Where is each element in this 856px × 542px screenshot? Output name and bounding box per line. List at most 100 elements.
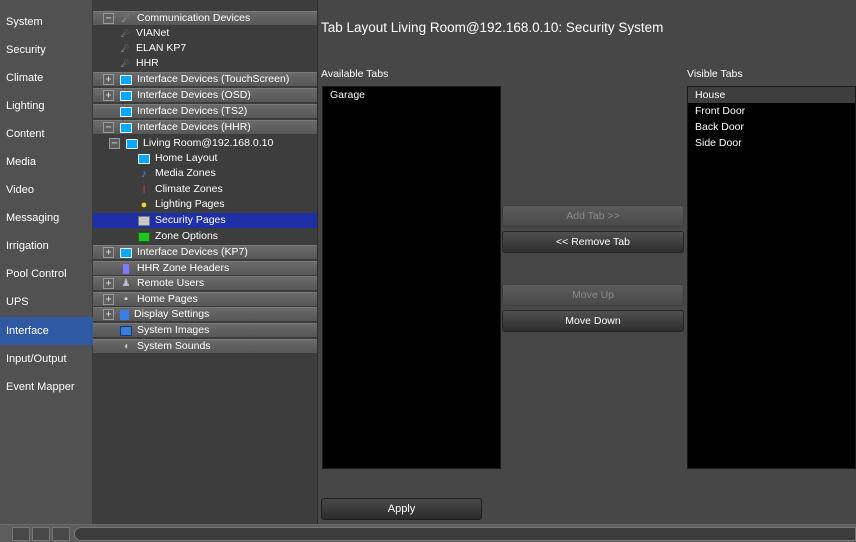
nav-pool-control[interactable]: Pool Control bbox=[0, 260, 93, 288]
add-tab-button[interactable]: Add Tab >> bbox=[502, 205, 684, 227]
nav-lighting[interactable]: Lighting bbox=[0, 92, 93, 120]
remove-tab-button[interactable]: << Remove Tab bbox=[502, 231, 684, 253]
apply-button[interactable]: Apply bbox=[321, 498, 482, 520]
expand-icon[interactable]: + bbox=[103, 278, 114, 289]
screen-icon bbox=[120, 74, 132, 85]
expand-icon[interactable]: + bbox=[103, 74, 114, 85]
bulb-icon: ● bbox=[140, 198, 148, 211]
app-window: System Security Climate Lighting Content… bbox=[0, 0, 856, 542]
nav-irrigation[interactable]: Irrigation bbox=[0, 232, 93, 260]
status-segment bbox=[52, 527, 70, 541]
list-item[interactable]: Side Door bbox=[688, 135, 855, 151]
tree-label: Remote Users bbox=[137, 277, 205, 289]
expand-icon[interactable]: + bbox=[103, 294, 114, 305]
move-up-button[interactable]: Move Up bbox=[502, 284, 684, 306]
nav-climate[interactable]: Climate bbox=[0, 64, 93, 92]
tree-system-sounds[interactable]: ◖ System Sounds bbox=[93, 339, 317, 354]
tree-label: System Sounds bbox=[137, 340, 211, 352]
device-tree: − ☄ Communication Devices ☄ VIANet ☄ ELA… bbox=[93, 0, 318, 524]
tree-label: Display Settings bbox=[134, 308, 210, 320]
list-item[interactable]: Garage bbox=[323, 87, 500, 103]
tree-elan-kp7[interactable]: ☄ ELAN KP7 bbox=[119, 41, 186, 56]
tree-interface-kp7[interactable]: + Interface Devices (KP7) bbox=[93, 245, 317, 260]
tree-label: HHR bbox=[136, 57, 159, 69]
music-note-icon: ♪ bbox=[141, 167, 147, 180]
nav-ups[interactable]: UPS bbox=[0, 288, 93, 316]
tree-label: Home Pages bbox=[137, 293, 198, 305]
tree-zone-options[interactable]: Zone Options bbox=[138, 229, 218, 244]
tree-system-images[interactable]: System Images bbox=[93, 323, 317, 338]
page-icon bbox=[138, 215, 150, 226]
collapse-icon[interactable]: − bbox=[103, 13, 114, 24]
nav-system[interactable]: System bbox=[0, 8, 93, 36]
nav-content[interactable]: Content bbox=[0, 120, 93, 148]
tree-label: Media Zones bbox=[155, 167, 216, 179]
tree-media-zones[interactable]: ♪ Media Zones bbox=[138, 166, 216, 181]
tree-security-pages[interactable]: Security Pages bbox=[93, 213, 317, 228]
tree-communication-devices[interactable]: − ☄ Communication Devices bbox=[93, 11, 317, 26]
tree-label: ELAN KP7 bbox=[136, 42, 187, 54]
visible-tabs-list[interactable]: House Front Door Back Door Side Door bbox=[687, 86, 856, 469]
expand-icon[interactable]: + bbox=[103, 247, 114, 258]
tree-label: Interface Devices (TS2) bbox=[137, 105, 248, 117]
tree-label: Interface Devices (HHR) bbox=[137, 121, 251, 133]
tree-living-room[interactable]: − Living Room@192.168.0.10 bbox=[109, 136, 273, 151]
tree-label: VIANet bbox=[136, 27, 170, 39]
tab-layout-panel: Tab Layout Living Room@192.168.0.10: Sec… bbox=[318, 0, 856, 524]
tree-interface-touchscreen[interactable]: + Interface Devices (TouchScreen) bbox=[93, 72, 317, 87]
list-item[interactable]: Front Door bbox=[688, 103, 855, 119]
status-segment bbox=[32, 527, 50, 541]
status-bar bbox=[0, 524, 856, 542]
collapse-icon[interactable]: − bbox=[103, 122, 114, 133]
tree-lighting-pages[interactable]: ● Lighting Pages bbox=[138, 197, 225, 212]
tree-label: Interface Devices (TouchScreen) bbox=[137, 73, 290, 85]
screen-icon bbox=[138, 153, 150, 164]
status-segment bbox=[12, 527, 30, 541]
tree-interface-osd[interactable]: + Interface Devices (OSD) bbox=[93, 88, 317, 103]
tree-climate-zones[interactable]: ǀ Climate Zones bbox=[138, 182, 223, 197]
tree-home-layout[interactable]: Home Layout bbox=[138, 151, 217, 166]
nav-interface[interactable]: Interface bbox=[0, 317, 93, 345]
expand-icon[interactable]: + bbox=[103, 90, 114, 101]
tree-hhr-zone-headers[interactable]: HHR Zone Headers bbox=[93, 261, 317, 276]
tree-label: Interface Devices (OSD) bbox=[137, 89, 251, 101]
tree-label: Zone Options bbox=[155, 230, 219, 242]
tree-remote-users[interactable]: + ♟ Remote Users bbox=[93, 276, 317, 291]
screen-icon bbox=[120, 247, 132, 258]
tree-label: Interface Devices (KP7) bbox=[137, 246, 248, 258]
tree-label: Climate Zones bbox=[155, 183, 223, 195]
zone-icon bbox=[138, 231, 150, 242]
tree-hhr[interactable]: ☄ HHR bbox=[119, 56, 159, 71]
tree-home-pages[interactable]: + ▪ Home Pages bbox=[93, 292, 317, 307]
tree-interface-ts2[interactable]: Interface Devices (TS2) bbox=[93, 104, 317, 119]
tree-label: HHR Zone Headers bbox=[137, 262, 230, 274]
main-nav: System Security Climate Lighting Content… bbox=[0, 0, 93, 524]
list-item[interactable]: Back Door bbox=[688, 119, 855, 135]
nav-messaging[interactable]: Messaging bbox=[0, 204, 93, 232]
nav-video[interactable]: Video bbox=[0, 176, 93, 204]
collapse-icon[interactable]: − bbox=[109, 138, 120, 149]
thermometer-icon: ǀ bbox=[142, 183, 146, 196]
tree-label: Lighting Pages bbox=[155, 198, 225, 210]
tree-display-settings[interactable]: + Display Settings bbox=[93, 307, 317, 322]
screen-icon bbox=[120, 90, 132, 101]
nav-input-output[interactable]: Input/Output bbox=[0, 345, 93, 373]
visible-tabs-label: Visible Tabs bbox=[687, 68, 743, 80]
available-tabs-label: Available Tabs bbox=[321, 68, 389, 80]
available-tabs-list[interactable]: Garage bbox=[322, 86, 501, 469]
list-item[interactable]: House bbox=[688, 87, 855, 103]
screen-icon bbox=[126, 138, 138, 149]
screen-icon bbox=[120, 122, 132, 133]
screen-icon bbox=[120, 106, 132, 117]
nav-security[interactable]: Security bbox=[0, 36, 93, 64]
move-down-button[interactable]: Move Down bbox=[502, 310, 684, 332]
progress-track bbox=[74, 527, 856, 541]
sound-icon: ◖ bbox=[122, 340, 130, 352]
tree-interface-hhr[interactable]: − Interface Devices (HHR) bbox=[93, 120, 317, 135]
home-icon: ▪ bbox=[124, 293, 128, 305]
tree-label: Security Pages bbox=[155, 214, 226, 226]
expand-icon[interactable]: + bbox=[103, 309, 114, 320]
tree-vianet[interactable]: ☄ VIANet bbox=[119, 26, 169, 41]
nav-media[interactable]: Media bbox=[0, 148, 93, 176]
nav-event-mapper[interactable]: Event Mapper bbox=[0, 373, 93, 401]
